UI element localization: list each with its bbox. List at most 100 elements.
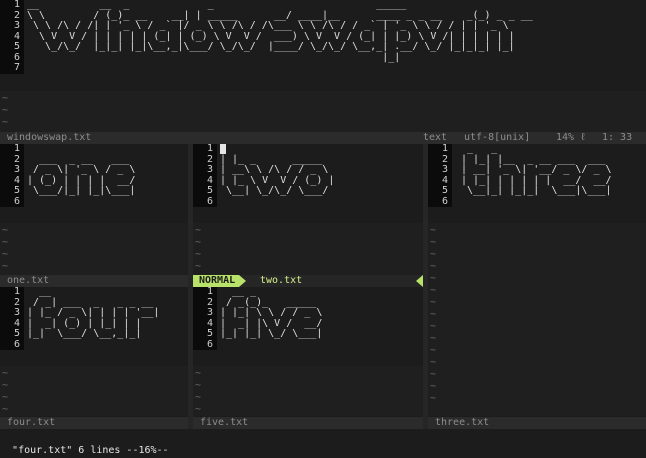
editor-text-area[interactable]: 1 _ _ 2 | |_| |__ _ __ ___ ___ 3 | __| '… [428,144,646,207]
statusline-two-active[interactable]: NORMAL two.txt [193,275,423,287]
editor-line[interactable]: 3 | |_| \ \ / / _ \ [193,307,423,319]
tilde-filler: ~ [430,297,437,308]
window-four[interactable]: 1 __ 2 / _| ___ _ _ _ __ 3 | |_ / _ \| | … [0,287,188,416]
window-three[interactable]: 1 _ _ 2 | |_| |__ _ __ ___ ___ 3 | __| '… [428,144,646,416]
editor-line[interactable]: 1 [193,144,423,155]
line-text[interactable]: |_| \___/ \__,_|_| [24,328,188,340]
editor-text-area[interactable]: 1 2 | |_ _ _____ 3 | __\ \ /\ / / _ \ 4 | |… [193,144,423,207]
line-number-icon: ℓ [580,132,587,143]
editor-line[interactable]: 6 [193,339,423,351]
tilde-filler: ~ [430,381,437,392]
editor-line[interactable]: 6 [0,196,188,208]
line-text[interactable] [24,340,188,351]
line-text[interactable] [24,63,646,74]
editor-text-area[interactable]: 1 __ 2 / _| ___ _ _ _ __ 3 | |_ / _ \| | … [0,287,188,350]
line-text[interactable]: |_| |_| \_/ \___| [217,328,423,340]
line-text[interactable] [217,197,423,208]
editor-line[interactable]: 5 \___/|_| |_|\___| [0,185,188,197]
line-text[interactable]: | __| '_ \| '__/ _ \/ _ \ [452,164,646,176]
line-text[interactable]: \_/\_/ |_|_| |_|\__,_|\___/ \_/\_/ |____… [24,41,646,53]
editor-line[interactable]: 1 __ _ [193,287,423,298]
editor-text-area[interactable]: 1 2 ___ _ __ ___ 3 / _ \| '_ \ / _ \ 4 | … [0,144,188,207]
tilde-filler: ~ [195,404,202,415]
command-line[interactable]: "four.txt" 6 lines --16%-- [0,430,646,456]
line-text[interactable] [217,144,423,155]
line-number: 2 [193,154,217,165]
editor-line[interactable]: 6 [193,196,423,208]
line-text[interactable]: | __\ \ /\ / / _ \ [217,164,423,176]
status-filename: four.txt [7,417,56,428]
line-number: 3 [0,164,24,176]
editor-text-area[interactable]: 1 __ _ 2 / _(_)_ _____ 3 | |_| \ \ / / _ … [193,287,423,350]
editor-line[interactable]: 3 \ \ /\ / /| | '_ \ / _` |/ _ \ \ /\ / … [0,20,646,32]
editor-text-area[interactable]: 1 __ __ _ _ _____ 2 \ \ / (_)_ __ __| | __… [0,0,646,74]
line-text[interactable]: \__|_| |_|_| \___|\___| [452,185,646,197]
window-five[interactable]: 1 __ _ 2 / _(_)_ _____ 3 | |_| \ \ / / _ … [193,287,423,416]
line-number: 1 [0,0,24,11]
tilde-filler: ~ [2,392,9,403]
tilde-filler: ~ [2,117,9,128]
line-number: 4 [193,318,217,329]
statusline-three[interactable]: three.txt [428,417,646,429]
window-one[interactable]: 1 2 ___ _ __ ___ 3 / _ \| '_ \ / _ \ 4 | … [0,144,188,275]
line-text[interactable]: | |_| \ \ / / _ \ [217,307,423,319]
line-text[interactable]: \ \ /\ / /| | '_ \ / _` |/ _ \ \ /\ / /\… [24,20,646,32]
line-text[interactable] [217,340,423,351]
statusline-five[interactable]: five.txt [193,417,423,429]
editor-line[interactable]: 1 __ __ _ _ _____ [0,0,646,11]
editor-line[interactable]: 3 | __\ \ /\ / / _ \ [193,164,423,176]
line-text[interactable]: __ __ _ _ _____ [24,0,646,11]
tilde-filler: ~ [2,93,9,104]
tilde-filler: ~ [430,333,437,344]
line-text[interactable] [24,197,188,208]
editor-line[interactable]: 5 \_/\_/ |_|_| |_|\__,_|\___/ \_/\_/ |__… [0,41,646,53]
tilde-filler: ~ [2,368,9,379]
line-number: 1 [428,144,452,155]
editor-line[interactable]: 6 [0,339,188,351]
tilde-filler: ~ [430,345,437,356]
command-line-message: "four.txt" 6 lines --16%-- [12,445,169,456]
editor-line[interactable]: 1 _ _ [428,144,646,155]
tilde-filler: ~ [2,404,9,415]
line-text[interactable]: __ _ [217,287,423,298]
editor-line[interactable]: 6 |_| [0,52,646,64]
text-cursor [220,144,227,154]
window-two[interactable]: 1 2 | |_ _ _____ 3 | __\ \ /\ / / _ \ 4 | |… [193,144,423,275]
editor-line[interactable]: 5 \__| \_/\_/ \___/ [193,185,423,197]
statusline-one[interactable]: one.txt [0,275,188,287]
tilde-filler: ~ [195,261,202,272]
line-number: 6 [193,196,217,207]
editor-line[interactable]: 1 [0,144,188,155]
statusline-top[interactable]: windowswap.txt text utf-8[unix] 14% ℓ 1:… [0,132,646,144]
statusline-four[interactable]: four.txt [0,417,188,429]
editor-line[interactable]: 7 [0,62,646,74]
editor-line[interactable]: 3 / _ \| '_ \ / _ \ [0,164,188,176]
line-text[interactable]: \___/|_| |_|\___| [24,185,188,197]
line-text[interactable]: / _ \| '_ \ / _ \ [24,164,188,176]
tilde-filler: ~ [195,237,202,248]
editor-line[interactable]: 1 __ [0,287,188,298]
line-text[interactable]: | |_ / _ \| | | | '__| [24,307,188,319]
line-text[interactable]: |_| [24,52,646,64]
line-text[interactable] [24,144,188,155]
tilde-filler: ~ [430,249,437,260]
mode-arrow-icon [239,275,247,287]
line-text[interactable]: \__| \_/\_/ \___/ [217,185,423,197]
line-number: 3 [428,164,452,176]
line-number: 1 [0,287,24,298]
tilde-filler: ~ [195,380,202,391]
editor-line[interactable]: 6 [428,196,646,208]
window-top-windowswap[interactable]: 1 __ __ _ _ _____ 2 \ \ / (_)_ __ __| | __… [0,0,646,132]
editor-line[interactable]: 3 | |_ / _ \| | | | '__| [0,307,188,319]
editor-line[interactable]: 5 \__|_| |_|_| \___|\___| [428,185,646,197]
line-number: 5 [193,328,217,340]
tilde-filler: ~ [195,225,202,236]
line-text[interactable]: _ _ [452,144,646,155]
editor-line[interactable]: 3 | __| '_ \| '__/ _ \/ _ \ [428,164,646,176]
editor-line[interactable]: 5 |_| |_| \_/ \___| [193,328,423,340]
line-text[interactable]: __ [24,287,188,298]
editor-line[interactable]: 5 |_| \___/ \__,_|_| [0,328,188,340]
line-text[interactable] [452,197,646,208]
line-number: 4 [193,175,217,186]
line-number: 6 [193,339,217,350]
